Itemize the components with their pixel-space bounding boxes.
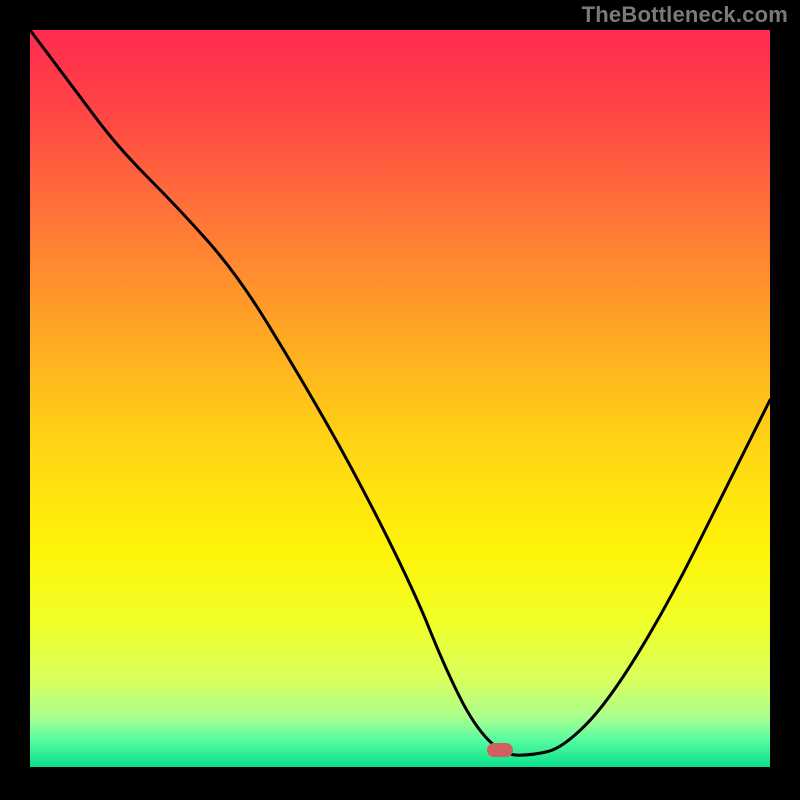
optimum-marker [487, 743, 513, 757]
bottleneck-chart [30, 30, 770, 770]
chart-background [30, 30, 770, 770]
watermark-text: TheBottleneck.com [582, 2, 788, 28]
